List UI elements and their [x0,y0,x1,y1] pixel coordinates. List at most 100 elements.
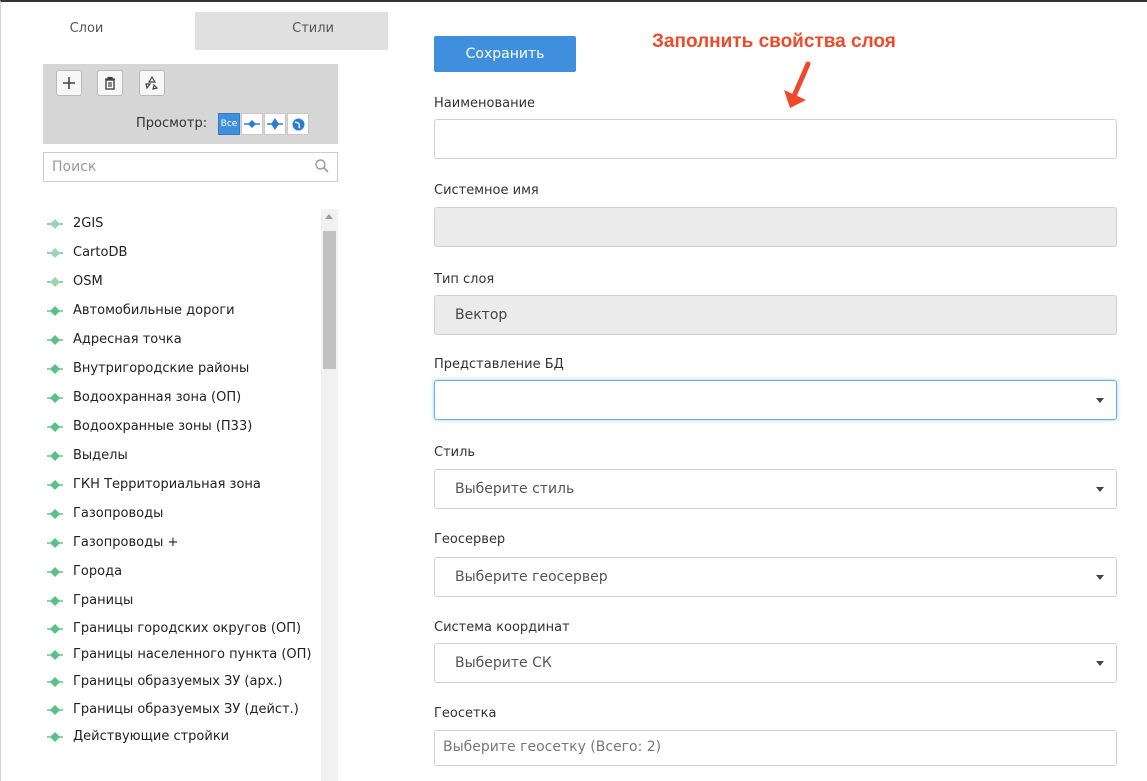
chevron-down-icon [1096,661,1104,666]
add-layer-button[interactable] [56,70,82,96]
delete-layer-button[interactable] [97,70,123,96]
layer-list-item-label: Границы образуемых ЗУ (арх.) [73,674,283,689]
layers-toolbar: Просмотр: Все [43,64,338,144]
vector-layer-icon [47,393,63,403]
plus-icon [63,77,75,89]
view-polygon-button[interactable] [264,113,286,135]
layer-list-item[interactable]: Выделы [43,441,321,470]
line-icon [244,120,260,128]
view-vector-button[interactable] [241,113,263,135]
layer-list-item[interactable]: Действующие стройки [43,722,321,751]
layer-list-item-label: Газопроводы [73,506,164,521]
globe-icon [292,118,304,130]
layer-list-item-label: Границы городских округов (ОП) [73,621,302,636]
layer-list-item-label: Внутригородские районы [73,361,250,376]
layer-list-scrollbar[interactable] [321,209,338,781]
vector-layer-icon [47,732,63,742]
crs-label: Система координат [434,620,570,635]
layer-list-item[interactable]: Газопроводы + [43,528,321,557]
style-select[interactable]: Выберите стиль [434,469,1117,509]
view-all-label: Все [220,119,238,129]
annotation-text: Заполнить свойства слоя [652,31,896,52]
vector-layer-icon [47,538,63,548]
layer-list-item[interactable]: Водоохранная зона (ОП) [43,383,321,412]
geoserver-value: Выберите геосервер [455,569,608,585]
db-view-select[interactable] [434,380,1117,420]
layer-list-item[interactable]: Газопроводы [43,499,321,528]
recycle-icon [145,75,159,90]
view-remote-button[interactable] [287,113,309,135]
layer-list-item[interactable]: Границы населенного пункта (ОП) [43,641,321,667]
polygon-icon [267,118,283,130]
refresh-layer-button[interactable] [139,70,165,96]
layer-list-item[interactable]: Границы образуемых ЗУ (арх.) [43,667,321,696]
layer-list-item-label: Действующие стройки [73,729,230,744]
tab-styles[interactable]: Стили [195,12,388,50]
crs-value: Выберите СК [455,655,552,671]
layer-list-item[interactable]: OSM [43,267,321,296]
crs-select[interactable]: Выберите СК [434,643,1117,683]
vector-layer-icon [47,705,63,715]
layer-list-item-label: Адресная точка [73,332,182,347]
name-label: Наименование [434,96,536,111]
vector-layer-icon [47,335,63,345]
layer-list-item[interactable]: Границы [43,586,321,615]
layer-list-item[interactable]: Автомобильные дороги [43,296,321,325]
layer-list-item-label: CartoDB [73,245,128,260]
layer-list-item[interactable]: 2GIS [43,209,321,238]
tab-layers[interactable]: Слои [18,12,195,50]
chevron-down-icon [1096,487,1104,492]
layer-list-item[interactable]: Внутригородские районы [43,354,321,383]
layer-list-item[interactable]: Адресная точка [43,325,321,354]
remote-layer-icon [47,277,63,287]
vector-layer-icon [47,624,63,634]
layer-list-item-label: Города [73,564,123,579]
search-icon [315,159,329,173]
search-input[interactable]: Поиск [43,152,338,182]
style-value: Выберите стиль [455,481,575,497]
layer-list-item-label: Границы [73,593,134,608]
layer-list-item[interactable]: Города [43,557,321,586]
vector-layer-icon [47,306,63,316]
system-name-field [434,207,1117,247]
layer-list-item-label: Водоохранная зона (ОП) [73,390,242,405]
style-label: Стиль [434,445,476,460]
view-label: Просмотр: [136,116,208,131]
chevron-down-icon [1096,398,1104,403]
layer-list-item[interactable]: Границы образуемых ЗУ (дейст.) [43,696,321,722]
save-button-label: Сохранить [465,46,545,62]
grid-label: Геосетка [434,706,497,721]
layer-list-item[interactable]: CartoDB [43,238,321,267]
vector-layer-icon [47,596,63,606]
layer-list-item-label: 2GIS [73,216,104,231]
remote-layer-icon [47,219,63,229]
layer-list: 2GIS CartoDB OSM Автомобильные дороги Адресн… [43,209,321,751]
layer-list-item-label: Выделы [73,448,128,463]
vector-layer-icon [47,677,63,687]
layer-list-item-label: Газопроводы + [73,535,179,550]
vector-layer-icon [47,509,63,519]
scroll-up-arrow-icon[interactable] [325,214,333,219]
scrollbar-thumb[interactable] [323,231,336,369]
search-placeholder: Поиск [52,159,97,175]
layer-list-item[interactable]: ГКН Территориальная зона [43,470,321,499]
layer-list-item[interactable]: Границы городских округов (ОП) [43,615,321,641]
layer-list-item-label: Водоохранные зоны (П33) [73,419,253,434]
view-all-button[interactable]: Все [218,113,240,135]
vector-layer-icon [47,364,63,374]
save-button[interactable]: Сохранить [434,36,576,72]
system-name-label: Системное имя [434,183,539,198]
grid-select[interactable]: Выберите геосетку (Всего: 2) [434,730,1117,766]
db-view-label: Представление БД [434,357,564,372]
layer-list-item-label: ГКН Территориальная зона [73,477,261,492]
layer-type-value: Вектор [455,307,508,323]
name-field[interactable] [434,119,1117,159]
remote-layer-icon [47,248,63,258]
layer-list-item[interactable]: Водоохранные зоны (П33) [43,412,321,441]
panel-tabs: Слои Стили [18,12,388,50]
vector-layer-icon [47,422,63,432]
grid-placeholder: Выберите геосетку (Всего: 2) [443,739,662,755]
geoserver-select[interactable]: Выберите геосервер [434,557,1117,597]
trash-icon [105,76,115,90]
layer-type-label: Тип слоя [434,272,495,287]
